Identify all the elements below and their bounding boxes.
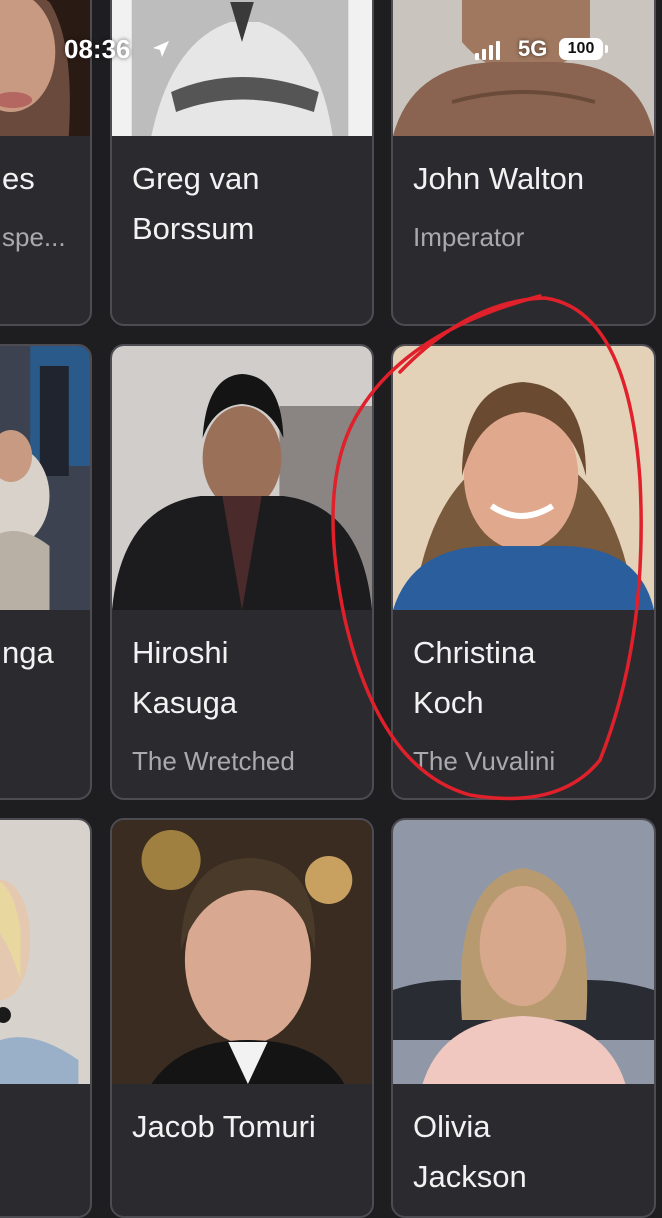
portrait-image (393, 0, 654, 136)
cast-name-line-1: John Walton (413, 161, 585, 196)
cast-name-line-2: Kasuga (132, 685, 238, 720)
cast-role: Imperator (413, 222, 525, 252)
cast-photo (0, 346, 90, 610)
cast-photo (112, 0, 372, 136)
portrait-image (0, 346, 90, 610)
cast-card-8[interactable]: Jacob Tomuri (110, 818, 374, 1218)
cast-name-line-1: Olivia (413, 1109, 491, 1144)
cast-role: The Wretched (132, 746, 295, 776)
cast-card-4[interactable]: nga (0, 344, 92, 800)
portrait-image (0, 0, 90, 136)
cast-card-3[interactable]: John Walton Imperator (391, 0, 656, 326)
cast-name-line-1: es (2, 161, 35, 196)
cast-photo (0, 0, 90, 136)
cast-photo (0, 820, 90, 1084)
cast-name-line-2: Borssum (132, 211, 255, 246)
portrait-image (112, 346, 372, 610)
cast-role: spe... (2, 222, 66, 252)
portrait-image (112, 0, 372, 136)
portrait-image (0, 820, 90, 1084)
cast-card-7[interactable] (0, 818, 92, 1218)
portrait-image (112, 820, 372, 1084)
cast-name-line-1: Christina (413, 635, 536, 670)
cast-name-line-1: Greg van (132, 161, 260, 196)
cast-photo (112, 346, 372, 610)
cast-card-1[interactable]: es spe... (0, 0, 92, 326)
cast-photo (393, 0, 654, 136)
cast-card-9[interactable]: Olivia Jackson (391, 818, 656, 1218)
cast-photo (112, 820, 372, 1084)
cast-name-line-1: nga (2, 635, 54, 670)
portrait-image (393, 346, 654, 610)
cast-card-6[interactable]: Christina Koch The Vuvalini (391, 344, 656, 800)
cast-photo (393, 820, 654, 1084)
cast-name-line-2: Jackson (413, 1159, 527, 1194)
cast-name-line-1: Jacob Tomuri (132, 1109, 316, 1144)
cast-name-line-1: Hiroshi (132, 635, 229, 670)
cast-card-2[interactable]: Greg van Borssum (110, 0, 374, 326)
cast-name-line-2: Koch (413, 685, 484, 720)
cast-card-5[interactable]: Hiroshi Kasuga The Wretched (110, 344, 374, 800)
cast-photo (393, 346, 654, 610)
portrait-image (393, 820, 654, 1084)
cast-role: The Vuvalini (413, 746, 556, 776)
